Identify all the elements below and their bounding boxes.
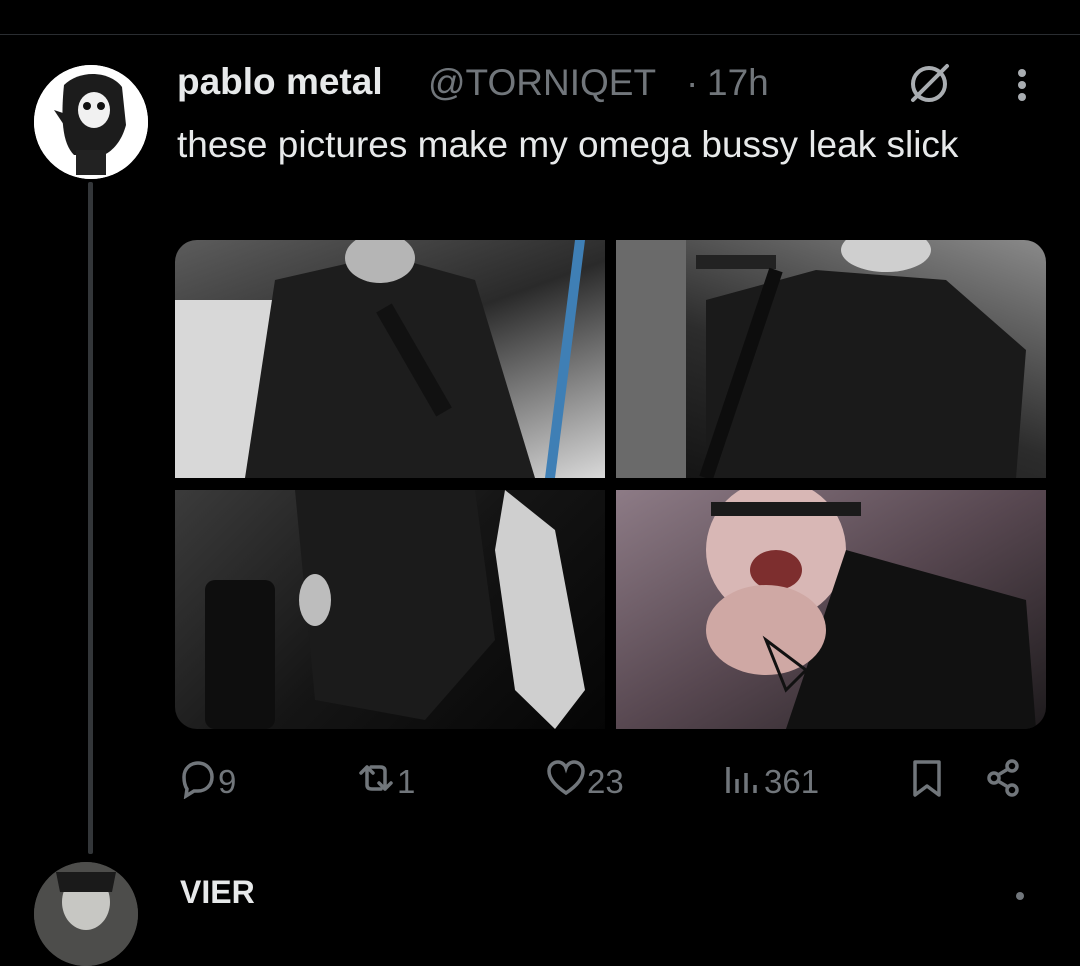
views-icon [722,757,764,807]
top-divider [0,34,1080,35]
tweet-text: these pictures make my omega bussy leak … [177,124,959,165]
next-more-icon[interactable] [1016,892,1024,900]
reply-button[interactable]: 9 [176,760,236,804]
like-count: 23 [587,763,624,800]
bookmark-icon [906,757,948,807]
retweet-count: 1 [397,763,416,800]
grok-icon[interactable] [905,58,955,108]
like-button[interactable]: 23 [545,760,624,804]
retweet-button[interactable]: 1 [355,760,415,804]
retweet-icon [355,757,397,807]
thread-connector-line [88,182,93,854]
views-count: 361 [764,763,820,800]
media-photo-4[interactable] [616,490,1046,729]
reply-icon [176,757,218,807]
separator-dot: · [686,62,699,103]
author-name[interactable]: pablo metal [177,61,383,103]
like-icon [545,757,587,807]
next-author-avatar[interactable] [34,862,138,966]
media-grid[interactable] [175,240,1046,729]
views-button[interactable]: 361 [722,760,819,804]
share-button[interactable] [982,757,1024,807]
share-icon [982,757,1024,807]
more-icon[interactable] [1000,63,1044,107]
media-photo-2[interactable] [616,240,1046,478]
media-photo-1[interactable] [175,240,605,478]
author-handle[interactable]: @TORNIQET [428,62,656,104]
tweet-time[interactable]: 17h [707,62,769,104]
media-photo-3[interactable] [175,490,605,729]
bookmark-button[interactable] [906,760,948,804]
next-author-name[interactable]: VIER [180,874,255,911]
reply-count: 9 [218,763,237,800]
author-avatar[interactable] [34,65,148,179]
